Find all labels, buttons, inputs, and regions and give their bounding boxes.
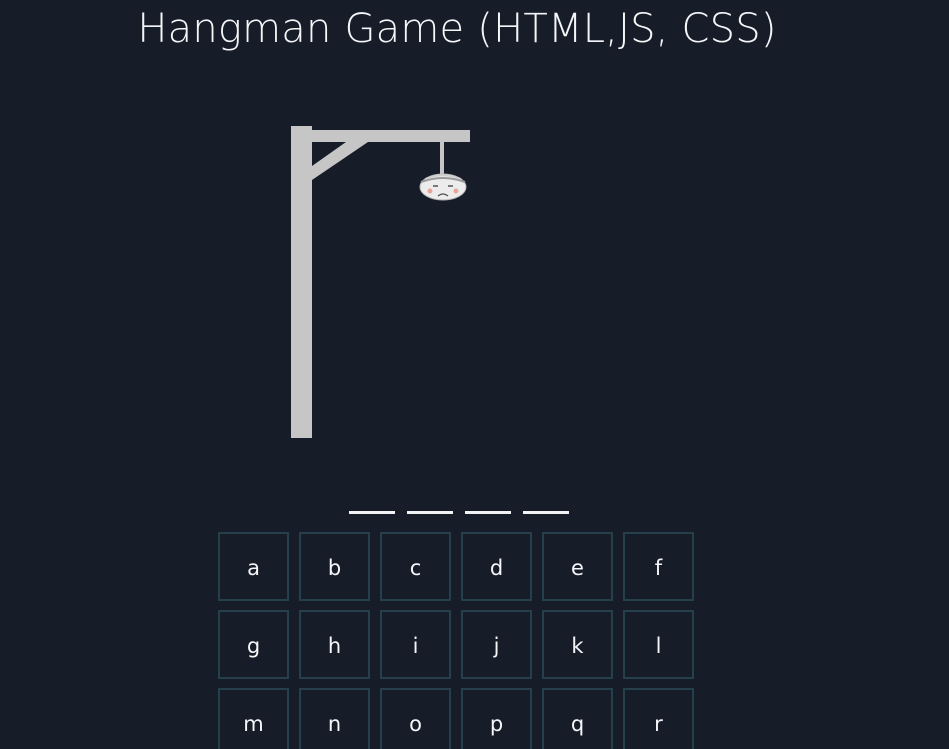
head-icon <box>419 173 467 201</box>
letter-key-a[interactable]: a <box>218 532 289 601</box>
letter-blank <box>349 511 395 514</box>
letter-key-p[interactable]: p <box>461 688 532 749</box>
letter-key-c[interactable]: c <box>380 532 451 601</box>
letter-key-i[interactable]: i <box>380 610 451 679</box>
letter-key-f[interactable]: f <box>623 532 694 601</box>
letter-key-g[interactable]: g <box>218 610 289 679</box>
letter-blank <box>407 511 453 514</box>
letter-key-q[interactable]: q <box>542 688 613 749</box>
letter-key-h[interactable]: h <box>299 610 370 679</box>
gallows-beam <box>291 130 470 142</box>
letter-key-n[interactable]: n <box>299 688 370 749</box>
letter-key-r[interactable]: r <box>623 688 694 749</box>
letter-key-e[interactable]: e <box>542 532 613 601</box>
hangman-drawing <box>291 126 470 438</box>
gallows-brace <box>312 142 368 180</box>
letter-key-l[interactable]: l <box>623 610 694 679</box>
letter-key-m[interactable]: m <box>218 688 289 749</box>
letter-key-o[interactable]: o <box>380 688 451 749</box>
letter-blank <box>465 511 511 514</box>
gallows-post <box>291 126 312 438</box>
game-stage: Hangman Game (HTML,JS, CSS) abcdefghijkl… <box>0 0 949 749</box>
rope <box>440 142 444 174</box>
letter-key-j[interactable]: j <box>461 610 532 679</box>
letter-blank <box>523 511 569 514</box>
word-blanks <box>347 505 577 517</box>
letter-key-k[interactable]: k <box>542 610 613 679</box>
letter-key-d[interactable]: d <box>461 532 532 601</box>
letter-key-b[interactable]: b <box>299 532 370 601</box>
